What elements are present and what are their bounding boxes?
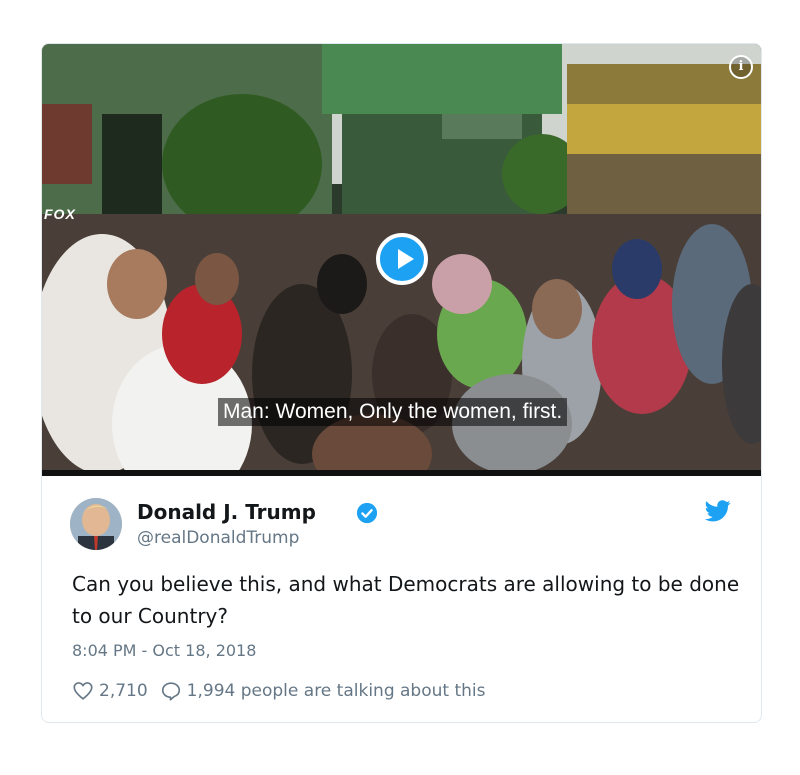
heart-icon [73,682,93,700]
conversation-link[interactable]: 1,994 people are talking about this [160,680,486,702]
verified-badge-icon [356,502,378,524]
conversation-text: 1,994 people are talking about this [186,681,486,701]
author-handle[interactable]: @realDonaldTrump [137,528,299,548]
tweet-actions: 2,710 1,994 people are talking about thi… [72,679,485,703]
tweet-text: Can you believe this, and what Democrats… [72,572,740,628]
tweet-timestamp[interactable]: 8:04 PM - Oct 18, 2018 [72,641,256,660]
like-button[interactable]: 2,710 [72,680,148,702]
play-button[interactable] [376,233,428,285]
video-player[interactable]: FOX i Man: Women, Only the women, first. [42,44,761,476]
avatar[interactable] [70,498,122,550]
twitter-bird-icon[interactable] [705,500,731,522]
avatar-image [70,498,122,550]
info-icon[interactable]: i [729,55,753,79]
video-caption: Man: Women, Only the women, first. [218,398,568,426]
embedded-tweet-card[interactable]: FOX i Man: Women, Only the women, first.… [41,43,762,723]
like-count: 2,710 [99,681,148,701]
author-name[interactable]: Donald J. Trump [137,500,316,524]
video-bottom-bar [42,470,761,476]
tweet-author[interactable]: Donald J. Trump @realDonaldTrump [70,498,730,554]
fox-news-logo: FOX [44,206,76,222]
speech-bubble-icon [161,682,180,701]
